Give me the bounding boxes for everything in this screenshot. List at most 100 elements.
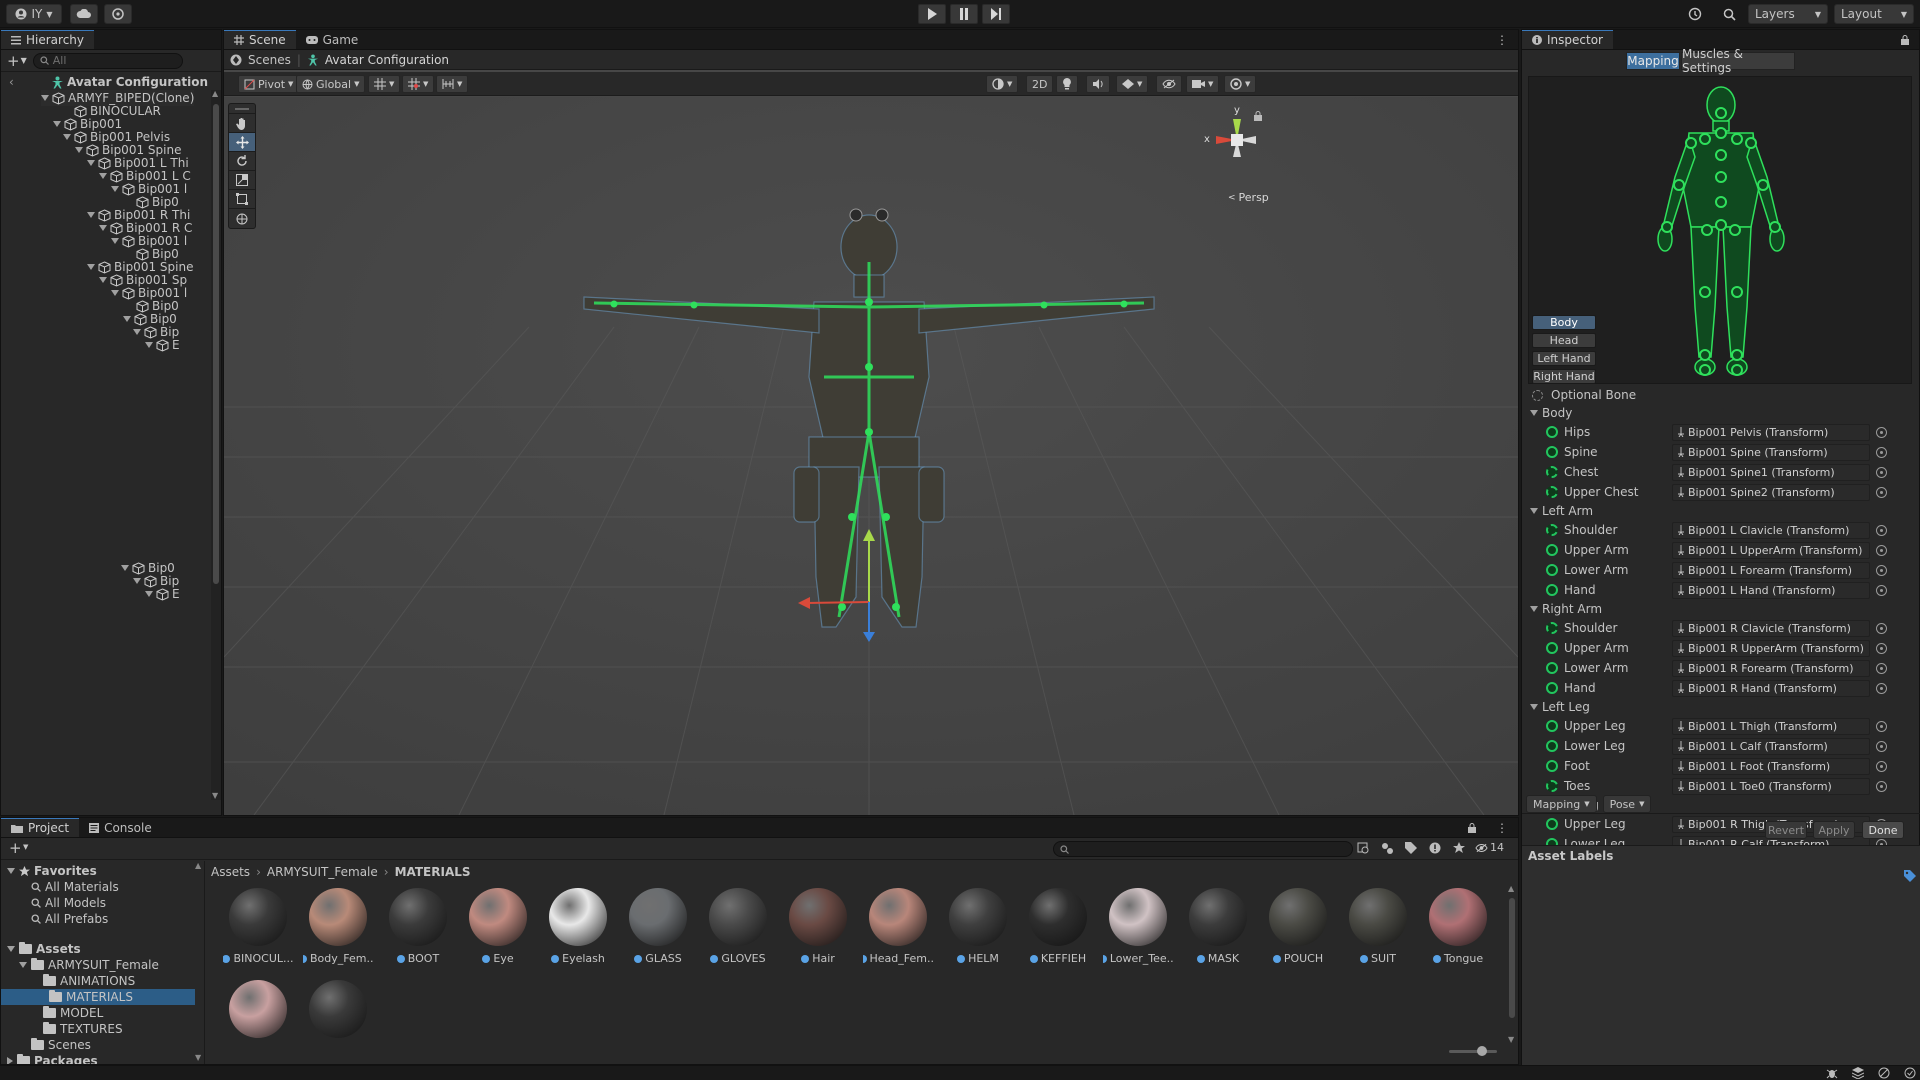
bone-name-cell[interactable]: Shoulder (1546, 523, 1617, 537)
search-by-label-icon[interactable] (1381, 842, 1394, 855)
expand-arrow-icon[interactable] (121, 565, 129, 571)
check-icon[interactable] (1904, 1067, 1916, 1079)
view-button-left-hand[interactable]: Left Hand (1532, 351, 1596, 366)
expand-arrow-icon[interactable] (111, 238, 119, 244)
folder-item[interactable]: MODEL (43, 1005, 103, 1021)
expand-arrow-icon[interactable] (111, 290, 119, 296)
bone-transform-field[interactable]: Bip001 Pelvis (Transform) (1672, 423, 1870, 441)
material-asset[interactable]: HELM (943, 884, 1013, 968)
tab-console[interactable]: Console (79, 818, 162, 837)
stack-icon[interactable] (1852, 1067, 1864, 1079)
project-search-input[interactable] (1053, 841, 1353, 857)
layout-dropdown[interactable]: Layout ▼ (1834, 4, 1914, 24)
bone-name-cell[interactable]: Upper Arm (1546, 641, 1629, 655)
material-asset[interactable]: GLOVES (703, 884, 773, 968)
bone-name-cell[interactable]: Toes (1546, 779, 1590, 793)
account-dropdown[interactable]: IY ▼ (6, 4, 62, 24)
tab-project[interactable]: Project (1, 818, 80, 837)
bone-transform-field[interactable]: Bip001 R UpperArm (Transform) (1672, 639, 1870, 657)
material-asset[interactable]: SUIT (1343, 884, 1413, 968)
breadcrumb-current[interactable]: Avatar Configuration (325, 53, 449, 67)
object-picker-icon[interactable] (1876, 524, 1887, 536)
tab-game[interactable]: Game (296, 30, 369, 49)
material-asset[interactable]: Eyelash (543, 884, 613, 968)
bone-name-cell[interactable]: Hand (1546, 583, 1596, 597)
favorite-item[interactable]: All Materials (31, 879, 119, 895)
rect-tool-button[interactable] (229, 190, 255, 209)
view-button-body[interactable]: Body (1532, 315, 1596, 330)
project-menu-icon[interactable]: ⋮ (1486, 818, 1518, 837)
transform-tool-button[interactable] (229, 209, 255, 228)
hand-tool-button[interactable] (229, 114, 255, 133)
bone-transform-field[interactable]: Bip001 Spine2 (Transform) (1672, 483, 1870, 501)
bone-name-cell[interactable]: Lower Arm (1546, 563, 1628, 577)
cloud-button[interactable] (70, 4, 98, 24)
folder-item[interactable]: Scenes (31, 1037, 91, 1053)
mode-2d-toggle[interactable]: 2D (1026, 75, 1054, 93)
object-picker-icon[interactable] (1876, 622, 1887, 634)
scale-tool-button[interactable] (229, 171, 255, 190)
hidden-packages-toggle[interactable]: 14 (1475, 841, 1504, 854)
assets-header[interactable]: Assets (7, 941, 81, 957)
done-button[interactable]: Done (1862, 821, 1904, 839)
object-picker-icon[interactable] (1876, 426, 1887, 438)
create-add-icon[interactable]: + (7, 52, 20, 70)
search-button[interactable] (1716, 4, 1742, 24)
pivot-dropdown[interactable]: Pivot ▼ (238, 75, 300, 93)
material-asset[interactable]: Eye (463, 884, 533, 968)
hierarchy-row[interactable]: E (145, 586, 180, 602)
object-picker-icon[interactable] (1876, 720, 1887, 732)
collab-button[interactable] (104, 4, 132, 24)
material-asset[interactable]: Head_Fem... (863, 884, 933, 968)
material-asset[interactable]: BOOT (383, 884, 453, 968)
tag-filter-icon[interactable] (1405, 842, 1417, 854)
history-button[interactable] (1682, 4, 1708, 24)
view-button-head[interactable]: Head (1532, 333, 1596, 348)
project-breadcrumb-item[interactable]: Assets (211, 865, 250, 879)
object-picker-icon[interactable] (1876, 544, 1887, 556)
material-asset[interactable]: BINOCUL... (223, 884, 293, 968)
object-picker-icon[interactable] (1876, 584, 1887, 596)
folder-item[interactable]: Packages (7, 1053, 98, 1064)
material-asset[interactable]: Hair (783, 884, 853, 968)
material-asset[interactable] (223, 976, 293, 1060)
bone-transform-field[interactable]: Bip001 Spine1 (Transform) (1672, 463, 1870, 481)
expand-arrow-icon[interactable] (145, 342, 153, 348)
bone-name-cell[interactable]: Spine (1546, 445, 1598, 459)
step-button[interactable] (982, 4, 1010, 24)
expand-arrow-icon[interactable] (133, 578, 141, 584)
tab-mapping[interactable]: Mapping (1626, 52, 1680, 70)
expand-arrow-icon[interactable] (111, 186, 119, 192)
projection-toggle[interactable]: < Persp (1228, 191, 1269, 204)
tab-inspector[interactable]: Inspector (1522, 30, 1613, 49)
project-add-icon[interactable]: + (9, 839, 22, 857)
expand-arrow-icon[interactable] (99, 173, 107, 179)
bone-name-cell[interactable]: Upper Leg (1546, 719, 1626, 733)
material-asset[interactable]: Lower_Tee... (1103, 884, 1173, 968)
expand-arrow-icon[interactable] (145, 591, 153, 597)
material-asset[interactable]: Body_Fem... (303, 884, 373, 968)
project-grid-scrollbar[interactable]: ▲ ▼ (1508, 884, 1517, 1044)
object-picker-icon[interactable] (1876, 682, 1887, 694)
log-filter-icon[interactable] (1429, 842, 1441, 854)
expand-arrow-icon[interactable] (133, 329, 141, 335)
project-lock-icon[interactable] (1458, 818, 1486, 837)
expand-arrow-icon[interactable] (1530, 508, 1538, 514)
lock-icon[interactable] (1254, 111, 1262, 121)
favorite-item[interactable]: All Models (31, 895, 106, 911)
tab-scene[interactable]: Scene (224, 30, 296, 49)
bone-group-header[interactable]: Right Arm (1530, 600, 1602, 618)
effects-dropdown[interactable]: ▼ (1116, 75, 1149, 93)
material-asset[interactable]: GLASS (623, 884, 693, 968)
bone-name-cell[interactable]: Hand (1546, 681, 1596, 695)
object-picker-icon[interactable] (1876, 760, 1887, 772)
grid-visibility-toggle[interactable]: ▼ (402, 75, 435, 93)
folder-item[interactable]: ARMYSUIT_Female (19, 957, 159, 973)
mapping-dropdown[interactable]: Mapping ▼ (1526, 795, 1597, 813)
thumbnail-size-slider[interactable] (1449, 1046, 1497, 1056)
bone-transform-field[interactable]: Bip001 L Foot (Transform) (1672, 757, 1870, 775)
expand-arrow-icon[interactable] (63, 134, 71, 140)
lighting-toggle[interactable] (1056, 75, 1078, 93)
bone-transform-field[interactable]: Bip001 L Hand (Transform) (1672, 581, 1870, 599)
scene-viewport[interactable]: y x < Persp (224, 97, 1518, 815)
